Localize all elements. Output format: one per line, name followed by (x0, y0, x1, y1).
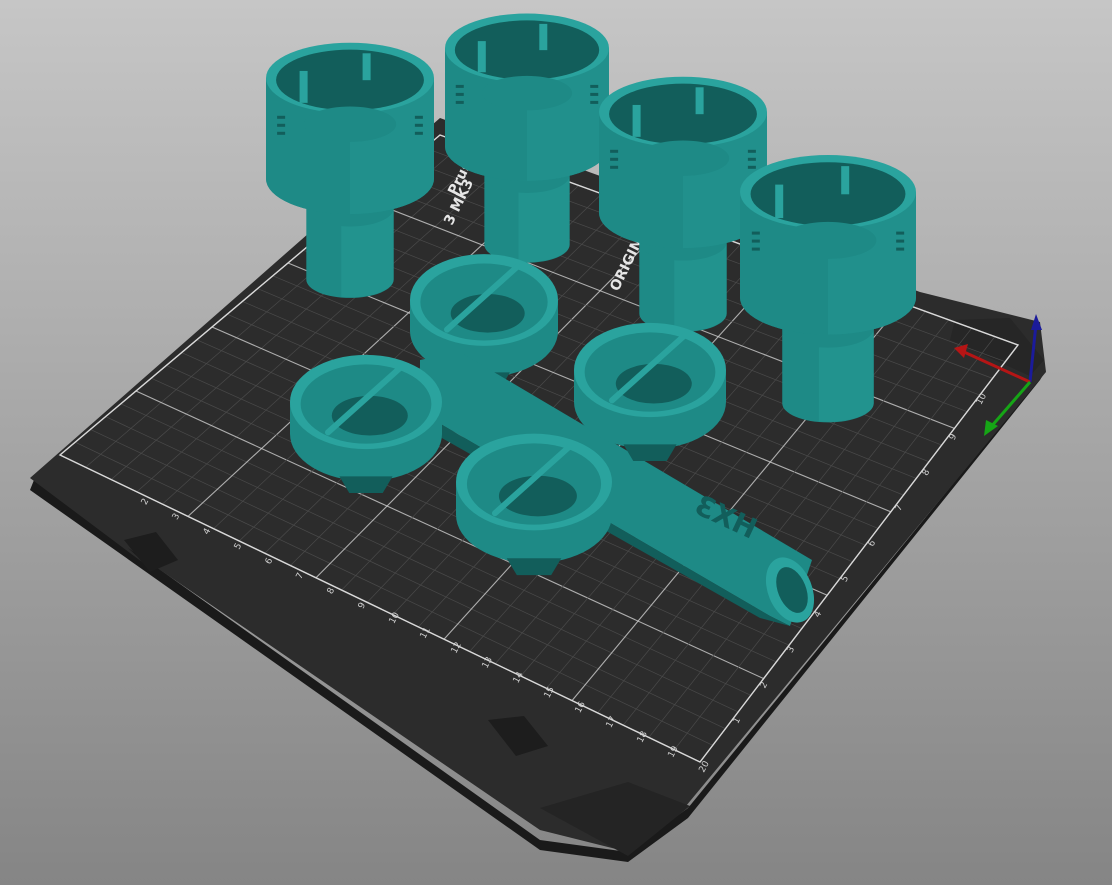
cup-inner-tab (841, 166, 850, 195)
cup-inner-tab (362, 53, 371, 81)
cup-vent-slot (747, 157, 756, 161)
cup-vent-slot (455, 84, 464, 88)
cup-vent-slot (896, 247, 905, 251)
cup-inner-tab (695, 87, 704, 115)
cup-vent-slot (747, 149, 756, 153)
cup-floor (636, 140, 730, 176)
3d-viewport[interactable]: 2 3 4 5 6 7 8 9 10 11 12 13 14 15 16 17 18 19 20 1 2 3 4 5 6 7 8 9 1… (0, 0, 1112, 885)
cup-opening (750, 162, 906, 226)
cup-opening (609, 83, 757, 145)
cup-inner-tab (632, 104, 641, 137)
cup-floor (779, 221, 877, 259)
cup-vent-slot (414, 115, 423, 119)
cup-vent-slot (747, 165, 756, 169)
cup-vent-slot (455, 100, 464, 104)
cup-inner-tab (299, 70, 308, 103)
cup-vent-slot (590, 84, 599, 88)
cup-vent-slot (610, 149, 619, 153)
cup-opening (454, 20, 600, 80)
cup-vent-slot (896, 231, 905, 235)
cup-inner-tab (477, 41, 486, 73)
cup-floor (481, 75, 573, 111)
cup-vent-slot (455, 92, 464, 96)
cup-vent-slot (751, 247, 760, 251)
cup-vent-slot (277, 123, 286, 127)
cup-inner-tab (539, 23, 548, 51)
cup-vent-slot (277, 115, 286, 119)
cup-vent-slot (590, 92, 599, 96)
cup-vent-slot (751, 239, 760, 243)
cup-vent-slot (896, 239, 905, 243)
cup-vent-slot (610, 157, 619, 161)
cup-vent-slot (751, 231, 760, 235)
cup-vent-slot (414, 131, 423, 135)
cup-opening (276, 49, 424, 111)
cup-vent-slot (277, 131, 286, 135)
cup-vent-slot (590, 100, 599, 104)
cup-floor (303, 106, 397, 142)
cup-vent-slot (414, 123, 423, 127)
cup-vent-slot (610, 165, 619, 169)
cup-inner-tab (775, 184, 784, 219)
